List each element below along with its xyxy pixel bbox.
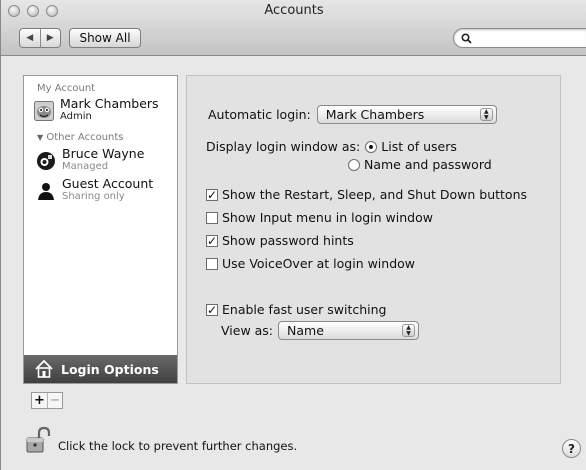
user-picture-icon [34, 101, 54, 121]
checkbox-row-password-hints: ✓ Show password hints [206, 233, 354, 248]
show-all-button[interactable]: Show All [69, 28, 141, 48]
name-password-row: Name and password [348, 157, 492, 172]
title-toolbar: Accounts ◀ ▶ Show All [1, 0, 586, 56]
checkbox-fast-user-switching[interactable]: ✓ [206, 303, 218, 316]
accounts-window: Accounts ◀ ▶ Show All My Account Mark Ch… [0, 0, 586, 470]
checkbox-restart-buttons[interactable]: ✓ [206, 188, 218, 201]
checkbox-label[interactable]: Use VoiceOver at login window [222, 256, 415, 271]
radio-list-of-users[interactable] [365, 140, 378, 153]
search-icon [461, 33, 472, 44]
account-role: Managed [62, 161, 109, 172]
view-as-popup[interactable]: Name ▲ ▼ [278, 321, 420, 340]
back-button[interactable]: ◀ [20, 29, 40, 47]
back-forward-control: ◀ ▶ [19, 28, 61, 48]
help-button[interactable]: ? [562, 439, 581, 458]
account-name: Mark Chambers [60, 96, 159, 111]
view-as-row: View as: Name ▲ ▼ [221, 321, 420, 340]
search-field[interactable] [453, 28, 586, 48]
automatic-login-popup[interactable]: Mark Chambers ▲ ▼ [316, 105, 497, 124]
remove-account-button[interactable]: − [47, 393, 62, 408]
checkbox-row-voiceover: Use VoiceOver at login window [206, 256, 415, 271]
checkbox-label[interactable]: Show password hints [222, 233, 354, 248]
forward-button[interactable]: ▶ [39, 29, 61, 47]
checkbox-row-fast-user-switching: ✓ Enable fast user switching [206, 302, 386, 317]
display-login-window-label: Display login window as: [206, 139, 361, 154]
account-item-guest[interactable]: Guest Account Sharing only [36, 177, 153, 203]
add-remove-control: + − [31, 392, 63, 409]
popup-arrows-icon: ▲ ▼ [402, 324, 416, 337]
other-accounts-header: ▼ Other Accounts [37, 132, 124, 143]
automatic-login-label: Automatic login: [208, 107, 311, 122]
login-options-panel: Automatic login: Mark Chambers ▲ ▼ Displa… [186, 75, 561, 384]
checkbox-label[interactable]: Enable fast user switching [222, 302, 386, 317]
login-options-label: Login Options [61, 361, 159, 377]
login-options-item[interactable]: Login Options [24, 355, 177, 383]
account-item-mark-chambers[interactable]: Mark Chambers Admin [34, 97, 159, 123]
account-role: Admin [60, 111, 92, 122]
checkbox-voiceover[interactable] [206, 257, 218, 270]
checkbox-password-hints[interactable]: ✓ [206, 234, 218, 247]
checkbox-row-input-menu: Show Input menu in login window [206, 210, 433, 225]
window-title: Accounts [264, 3, 324, 18]
radio-label[interactable]: List of users [381, 139, 457, 154]
house-icon [35, 359, 53, 378]
disclosure-triangle-icon[interactable]: ▼ [37, 133, 43, 142]
managed-user-icon [37, 152, 55, 170]
checkbox-input-menu[interactable] [206, 211, 218, 224]
person-silhouette-icon [38, 183, 54, 200]
account-name: Bruce Wayne [62, 146, 145, 161]
view-as-label: View as: [221, 323, 274, 338]
radio-label[interactable]: Name and password [364, 157, 492, 172]
account-list: My Account Mark Chambers Admin ▼ Other A… [23, 75, 178, 384]
checkbox-label[interactable]: Show Input menu in login window [222, 210, 433, 225]
lock-icon[interactable] [24, 426, 52, 454]
checkbox-row-restart-buttons: ✓ Show the Restart, Sleep, and Shut Down… [206, 187, 527, 202]
account-item-bruce-wayne[interactable]: Bruce Wayne Managed [36, 147, 144, 173]
checkbox-label[interactable]: Show the Restart, Sleep, and Shut Down b… [222, 187, 527, 202]
display-login-window-row: Display login window as: List of users [206, 139, 457, 154]
lock-status-text: Click the lock to prevent further change… [58, 439, 298, 453]
my-account-header: My Account [37, 83, 96, 94]
account-role: Sharing only [62, 191, 125, 202]
popup-arrows-icon: ▲ ▼ [479, 108, 493, 121]
radio-name-and-password[interactable] [348, 158, 360, 171]
account-name: Guest Account [62, 176, 154, 191]
add-account-button[interactable]: + [32, 393, 47, 408]
automatic-login-row: Automatic login: Mark Chambers ▲ ▼ [208, 105, 497, 124]
